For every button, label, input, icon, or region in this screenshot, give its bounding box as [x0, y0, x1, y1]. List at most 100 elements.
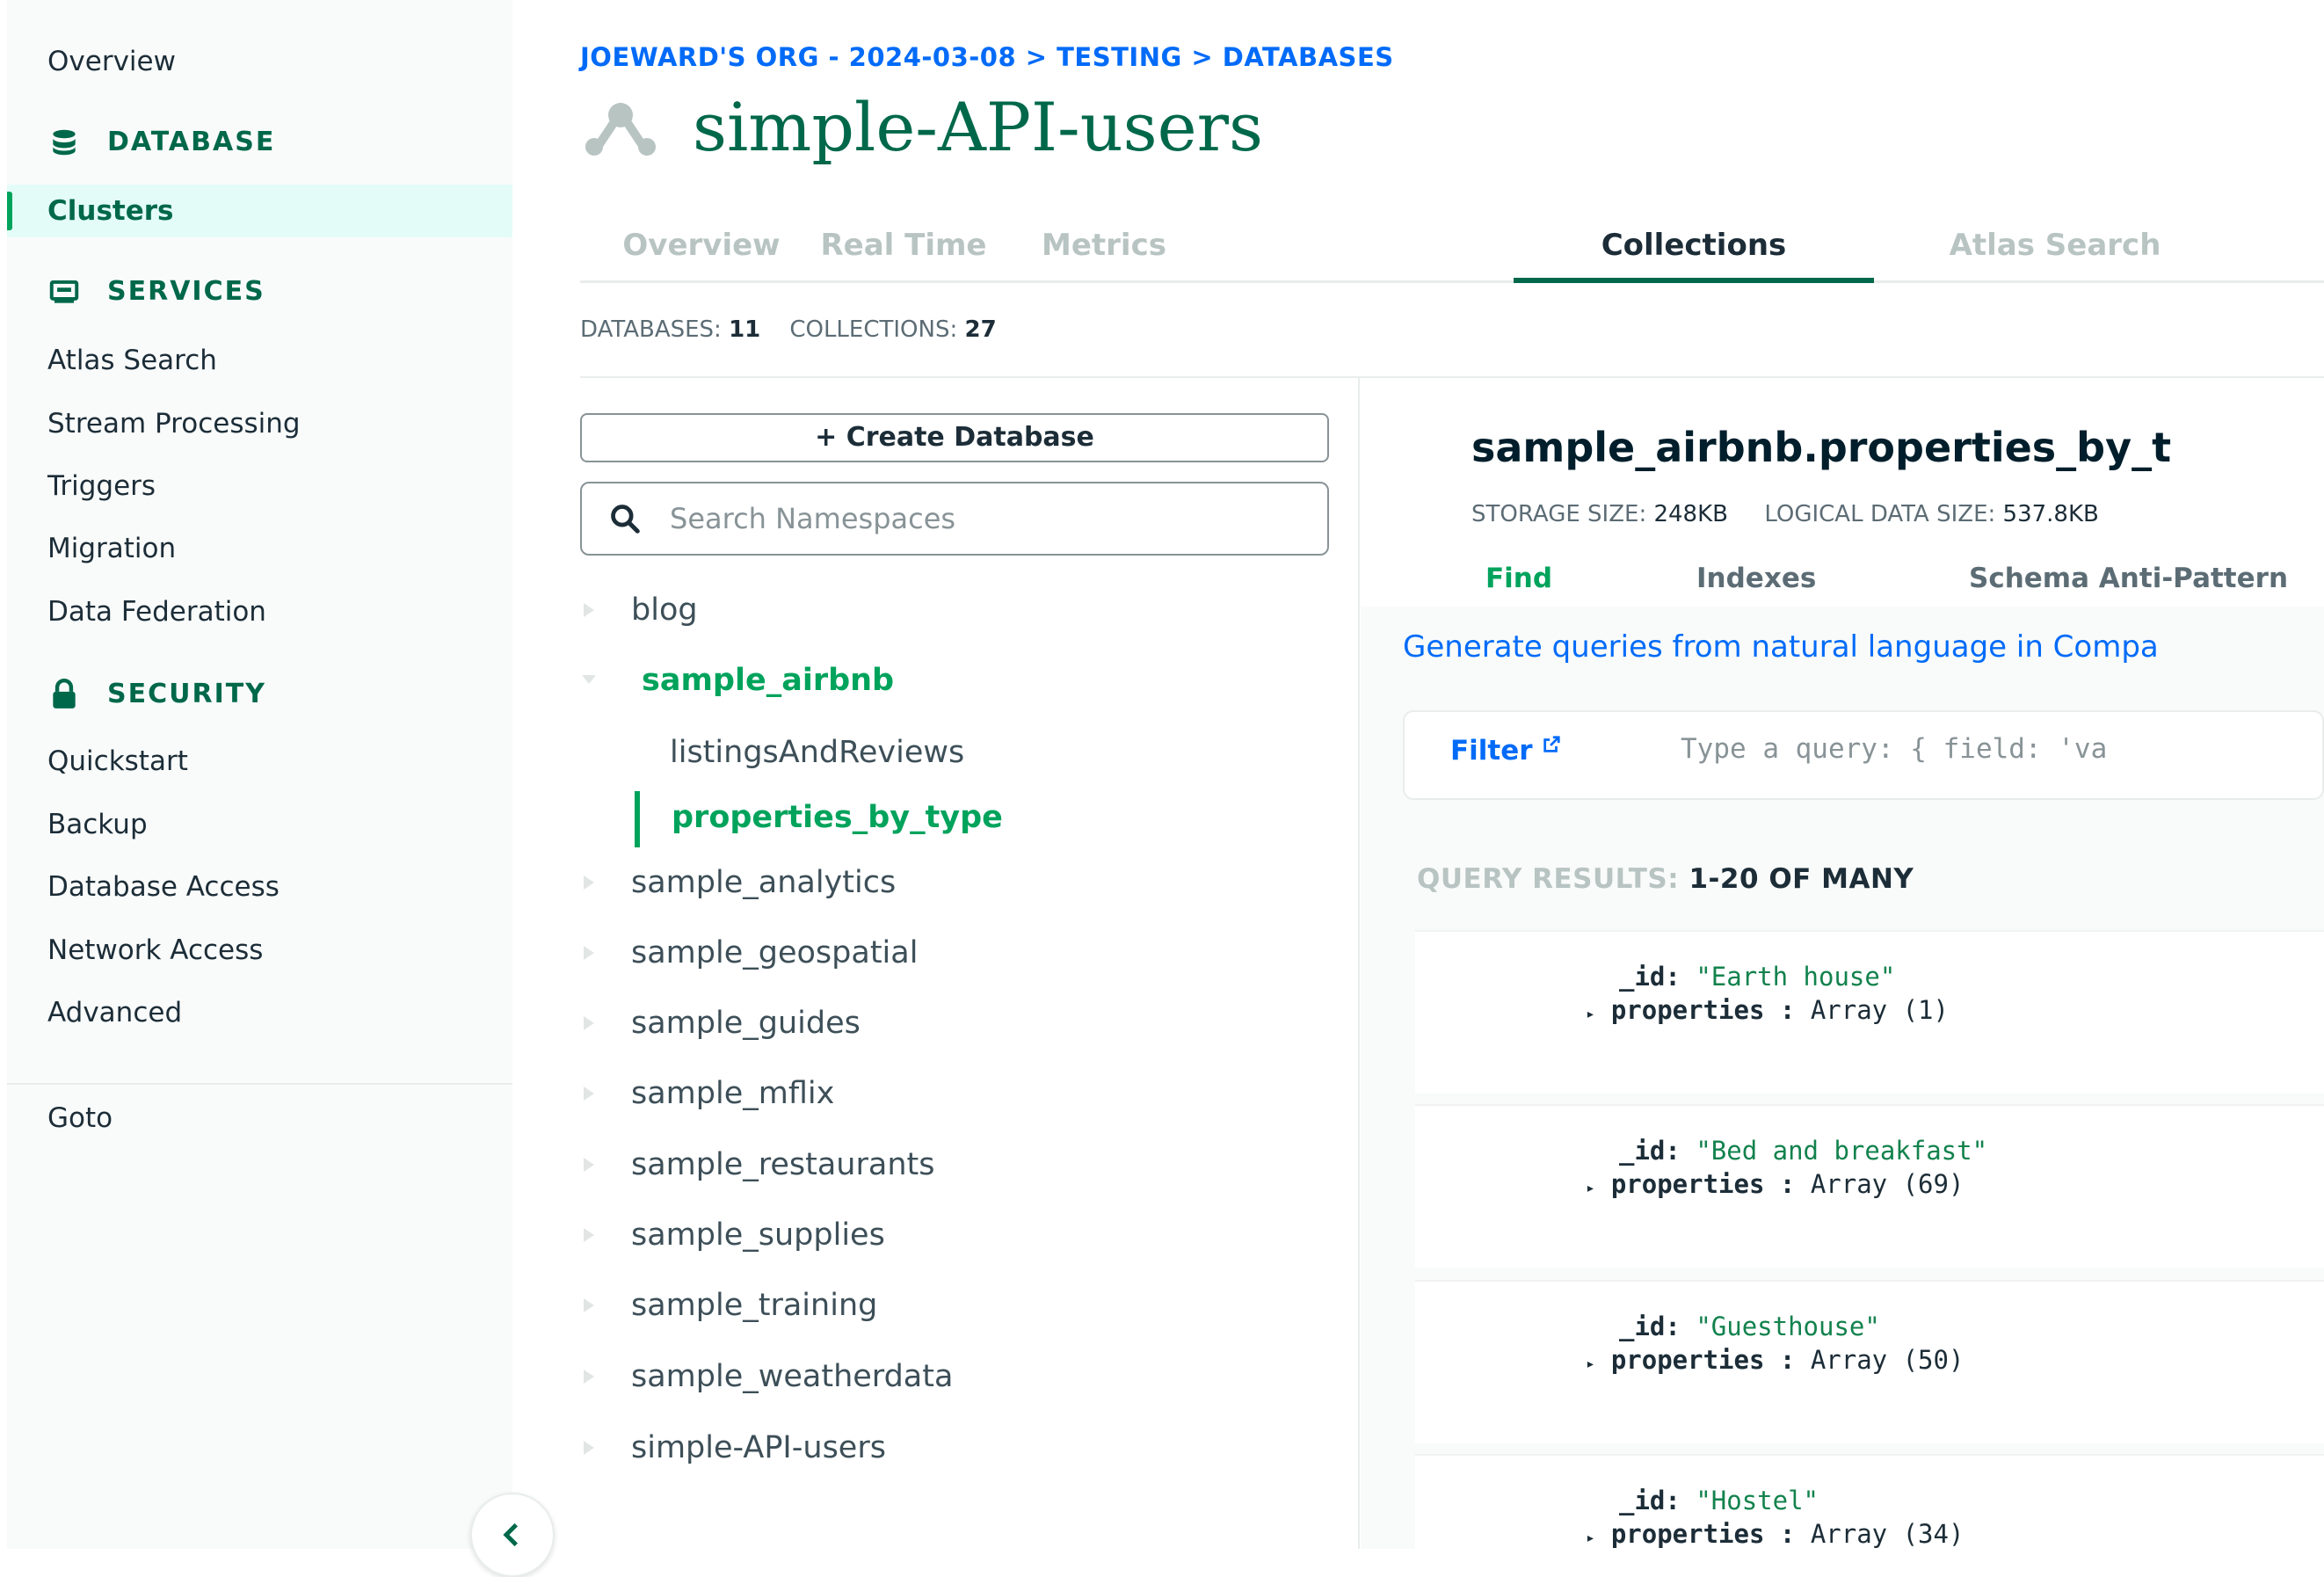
tab-indexes[interactable]: Indexes	[1696, 563, 1816, 594]
document-card[interactable]: _id: "Hostel" ▸ properties : Array (34)	[1415, 1454, 2324, 1549]
sidebar-item-goto[interactable]: Goto	[7, 1092, 512, 1145]
properties-key: properties :	[1610, 1519, 1796, 1549]
sidebar-item-clusters[interactable]: Clusters	[7, 185, 512, 237]
document-card[interactable]: _id: "Guesthouse" ▸ properties : Array (5…	[1415, 1280, 2324, 1443]
tab-metrics[interactable]: Metrics	[1025, 218, 1183, 283]
page-title: simple-API-users	[693, 88, 1263, 166]
tree-database-sample-airbnb[interactable]: sample_airbnb	[580, 654, 894, 707]
tree-database-sample-guides[interactable]: sample_guides	[580, 997, 861, 1050]
tab-atlas-search[interactable]: Atlas Search	[1932, 218, 2178, 283]
caret-right-icon	[584, 1370, 594, 1384]
databases-count-value: 11	[729, 316, 761, 343]
tree-active-indicator	[635, 791, 640, 847]
document-properties-line[interactable]: ▸ properties : Array (34)	[1586, 1519, 1964, 1549]
sidebar-item-triggers[interactable]: Triggers	[7, 460, 512, 512]
filter-link[interactable]: Filter	[1450, 735, 1561, 767]
header-divider	[580, 376, 2324, 378]
tab-real-time[interactable]: Real Time	[816, 218, 991, 283]
properties-value: Array (34)	[1810, 1519, 1965, 1549]
caret-right-icon	[584, 876, 594, 890]
logical-size-label: LOGICAL DATA SIZE:	[1764, 501, 1996, 527]
sidebar-section-services: SERVICES	[47, 265, 265, 318]
search-namespaces-field[interactable]	[580, 482, 1329, 556]
sidebar-divider	[7, 1083, 512, 1085]
breadcrumb[interactable]: JOEWARD'S ORG - 2024-03-08 > TESTING > D…	[580, 42, 1394, 72]
properties-value: Array (1)	[1810, 995, 1949, 1025]
document-properties-line[interactable]: ▸ properties : Array (50)	[1586, 1345, 1964, 1375]
tree-database-sample-restaurants[interactable]: sample_restaurants	[580, 1138, 934, 1191]
sidebar-item-network-access[interactable]: Network Access	[7, 924, 512, 977]
create-database-button[interactable]: + Create Database	[580, 413, 1329, 462]
collection-title: sample_airbnb.properties_by_t	[1471, 424, 2172, 471]
filter-label: Filter	[1450, 735, 1533, 767]
expand-caret-icon[interactable]: ▸	[1586, 1179, 1595, 1197]
properties-key: properties :	[1610, 1169, 1796, 1199]
tree-database-sample-geospatial[interactable]: sample_geospatial	[580, 927, 918, 979]
sidebar-item-migration[interactable]: Migration	[7, 522, 512, 575]
sidebar-item-quickstart[interactable]: Quickstart	[7, 735, 512, 788]
replica-set-icon	[585, 102, 656, 156]
sidebar-section-services-label: SERVICES	[107, 276, 265, 307]
tree-database-label: sample_weatherdata	[631, 1359, 954, 1394]
storage-size-value: 248KB	[1653, 501, 1728, 527]
sidebar-item-stream-processing[interactable]: Stream Processing	[7, 397, 512, 450]
query-results-label: QUERY RESULTS:	[1417, 863, 1680, 895]
databases-count-label: DATABASES:	[580, 316, 722, 343]
expand-caret-icon[interactable]: ▸	[1586, 1005, 1595, 1023]
tree-database-label: simple-API-users	[631, 1430, 886, 1465]
caret-right-icon	[584, 946, 594, 960]
collections-count-value: 27	[964, 316, 997, 343]
sidebar-item-advanced[interactable]: Advanced	[7, 986, 512, 1039]
tree-database-simple-api-users[interactable]: simple-API-users	[580, 1421, 886, 1474]
natural-language-query-link[interactable]: Generate queries from natural language i…	[1403, 629, 2159, 665]
expand-caret-icon[interactable]: ▸	[1586, 1529, 1595, 1547]
external-link-icon	[1543, 736, 1560, 752]
document-properties-line[interactable]: ▸ properties : Array (69)	[1586, 1169, 1964, 1199]
sidebar-item-overview[interactable]: Overview	[7, 35, 512, 88]
sidebar-item-atlas-search[interactable]: Atlas Search	[7, 334, 512, 387]
tree-database-sample-training[interactable]: sample_training	[580, 1279, 877, 1332]
document-properties-line[interactable]: ▸ properties : Array (1)	[1586, 995, 1949, 1025]
panel-divider[interactable]	[1358, 378, 1360, 1549]
tree-collection-properties-by-type[interactable]: properties_by_type	[672, 791, 1003, 844]
tree-database-sample-weatherdata[interactable]: sample_weatherdata	[580, 1350, 953, 1403]
services-icon	[49, 280, 79, 303]
sidebar-item-data-federation[interactable]: Data Federation	[7, 585, 512, 638]
sidebar-item-database-access[interactable]: Database Access	[7, 861, 512, 913]
sidebar-item-backup[interactable]: Backup	[7, 798, 512, 851]
tree-collection-listingsandreviews[interactable]: listingsAndReviews	[670, 726, 964, 779]
collapse-sidebar-button[interactable]	[470, 1493, 555, 1577]
tree-database-sample-supplies[interactable]: sample_supplies	[580, 1209, 885, 1261]
tree-database-sample-mflix[interactable]: sample_mflix	[580, 1067, 834, 1120]
sidebar-section-database-label: DATABASE	[107, 127, 276, 157]
tab-schema-anti-pattern[interactable]: Schema Anti-Pattern	[1969, 563, 2288, 594]
tab-collections[interactable]: Collections	[1514, 218, 1874, 283]
id-key: _id:	[1619, 962, 1681, 992]
sidebar-section-security: SECURITY	[47, 668, 266, 721]
tab-overview[interactable]: Overview	[622, 218, 781, 283]
tree-database-sample-analytics[interactable]: sample_analytics	[580, 856, 896, 909]
id-key: _id:	[1619, 1486, 1681, 1515]
id-value: "Bed and breakfast"	[1696, 1136, 1988, 1166]
search-namespaces-input[interactable]	[668, 501, 1301, 536]
tree-database-label: sample_analytics	[631, 865, 897, 900]
id-value: "Guesthouse"	[1696, 1312, 1880, 1341]
tree-database-label: sample_mflix	[631, 1076, 835, 1111]
caret-right-icon	[584, 1441, 594, 1455]
lock-icon	[53, 679, 76, 709]
query-results-count: QUERY RESULTS: 1-20 OF MANY	[1417, 863, 1914, 895]
document-card[interactable]: _id: "Bed and breakfast" ▸ properties : A…	[1415, 1104, 2324, 1268]
expand-caret-icon[interactable]: ▸	[1586, 1355, 1595, 1373]
tab-find[interactable]: Find	[1485, 563, 1552, 594]
caret-right-icon	[584, 1298, 594, 1312]
sidebar-section-database: DATABASE	[47, 116, 275, 169]
filter-bar[interactable]: Filter Type a query: { field: 'va	[1403, 710, 2324, 800]
query-results-value: 1-20 OF MANY	[1689, 863, 1914, 895]
properties-value: Array (69)	[1810, 1169, 1965, 1199]
storage-size-label: STORAGE SIZE:	[1471, 501, 1647, 527]
document-card[interactable]: _id: "Earth house" ▸ properties : Array (…	[1415, 930, 2324, 1094]
left-sidebar: Overview DATABASE Clusters SERVICES Atla…	[7, 0, 512, 1549]
filter-query-input[interactable]: Type a query: { field: 'va	[1681, 733, 2107, 765]
properties-key: properties :	[1610, 1345, 1796, 1375]
tree-database-blog[interactable]: blog	[580, 584, 698, 636]
